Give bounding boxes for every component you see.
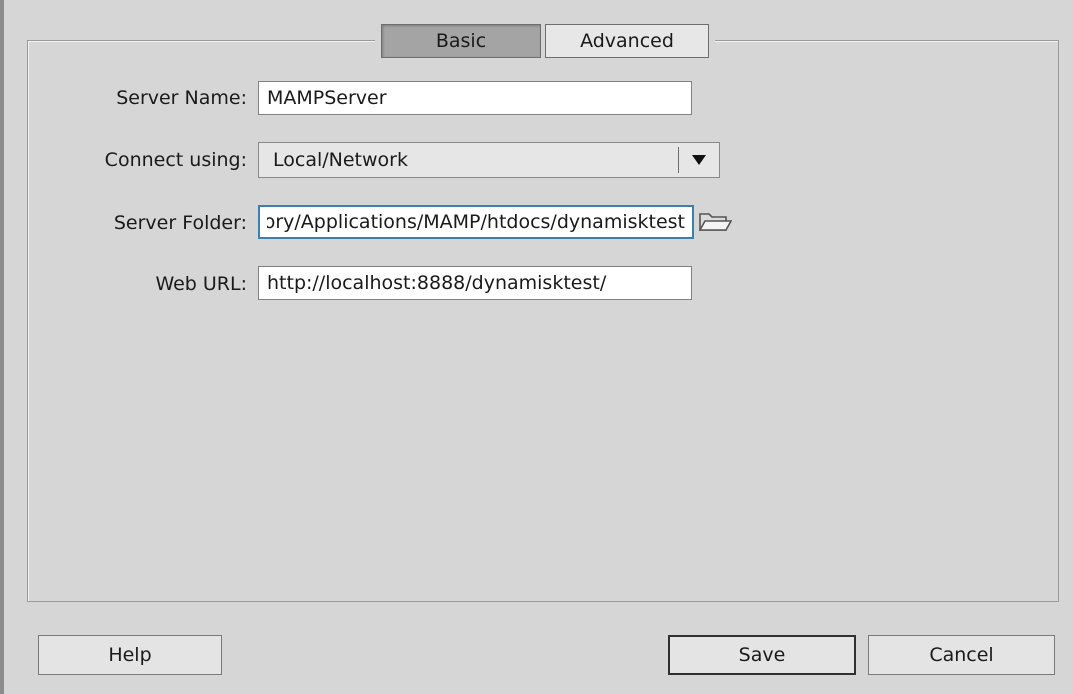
- tab-basic[interactable]: Basic: [381, 24, 541, 58]
- server-name-value: MAMPServer: [267, 87, 387, 109]
- web-url-label: Web URL:: [155, 273, 247, 295]
- server-folder-label: Server Folder:: [113, 212, 247, 234]
- connect-using-select[interactable]: Local/Network: [258, 142, 720, 178]
- tab-bar: Basic Advanced: [375, 24, 715, 58]
- server-name-input[interactable]: MAMPServer: [258, 81, 692, 115]
- connect-using-value: Local/Network: [273, 149, 408, 171]
- help-button[interactable]: Help: [38, 635, 222, 675]
- server-name-label: Server Name:: [116, 87, 247, 109]
- connect-using-label: Connect using:: [104, 149, 247, 171]
- settings-panel: [27, 40, 1059, 602]
- server-folder-value: ory/Applications/MAMP/htdocs/dynamisktes…: [267, 211, 685, 233]
- save-button[interactable]: Save: [668, 635, 856, 675]
- web-url-value: http://localhost:8888/dynamisktest/: [267, 272, 607, 294]
- server-folder-input[interactable]: ory/Applications/MAMP/htdocs/dynamisktes…: [258, 205, 694, 239]
- folder-icon[interactable]: [696, 205, 734, 239]
- tab-advanced[interactable]: Advanced: [545, 24, 709, 58]
- chevron-down-icon[interactable]: [679, 155, 719, 165]
- web-url-input[interactable]: http://localhost:8888/dynamisktest/: [258, 266, 692, 300]
- window-edge: [0, 0, 4, 694]
- cancel-button[interactable]: Cancel: [868, 635, 1055, 675]
